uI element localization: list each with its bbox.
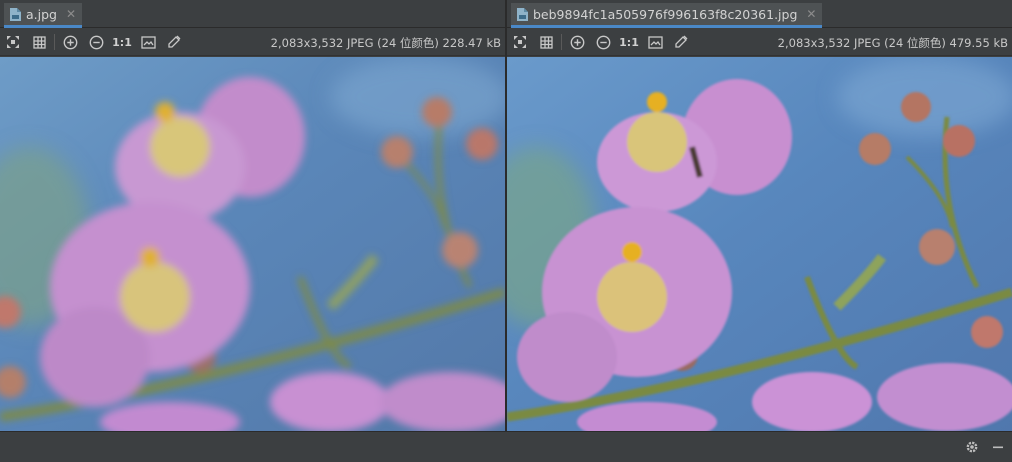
left-image-canvas[interactable] [0,57,505,431]
frame-icon [647,35,663,49]
actual-size-label: 1:1 [112,35,132,49]
fit-window-button[interactable] [642,29,668,55]
fit-zoom-button[interactable] [0,29,26,55]
zoom-out-button[interactable] [83,29,109,55]
image-info: 2,083x3,532 JPEG (24 位颜色) 479.55 kB [777,35,1008,50]
zoom-out-icon [89,35,103,49]
jpg-file-icon [10,7,21,21]
status-bar [0,431,1012,462]
left-tab-bar: a.jpg ✕ [0,0,505,28]
fit-zoom-button[interactable] [507,29,533,55]
actual-size-button[interactable]: 1:1 [616,29,642,55]
color-picker-button[interactable] [668,29,694,55]
image-compare-window: a.jpg ✕ 1:1 2,083x3,532 JPEG (24 位颜色) 22… [0,0,1012,462]
grid-button[interactable] [533,29,559,55]
grid-icon [539,35,553,49]
color-picker-icon [675,35,688,48]
fit-window-button[interactable] [135,29,161,55]
zoom-out-button[interactable] [590,29,616,55]
editor-panes: a.jpg ✕ 1:1 2,083x3,532 JPEG (24 位颜色) 22… [0,0,1012,431]
close-icon[interactable]: ✕ [66,7,76,21]
toolbar-separator [561,34,562,50]
right-tab-bar: beb9894fc1a505976f996163f8c20361.jpg ✕ [507,0,1012,28]
settings-button[interactable] [964,439,980,455]
flower-photo-sharp [507,57,1012,431]
gear-icon [966,441,978,453]
color-picker-button[interactable] [161,29,187,55]
toolbar-separator [54,34,55,50]
minimize-icon [993,446,1003,449]
zoom-in-icon [570,35,584,49]
actual-size-button[interactable]: 1:1 [109,29,135,55]
zoom-in-button[interactable] [57,29,83,55]
close-icon[interactable]: ✕ [806,7,816,21]
actual-size-label: 1:1 [619,35,639,49]
left-image-toolbar: 1:1 2,083x3,532 JPEG (24 位颜色) 228.47 kB [0,29,505,56]
right-image-pane: beb9894fc1a505976f996163f8c20361.jpg ✕ 1… [505,0,1012,431]
tab-beb9894fc1a505976f996163f8c20361-jpg[interactable]: beb9894fc1a505976f996163f8c20361.jpg ✕ [511,3,823,28]
grid-icon [32,35,46,49]
right-image-canvas[interactable] [507,57,1012,431]
right-image-toolbar: 1:1 2,083x3,532 JPEG (24 位颜色) 479.55 kB [507,29,1012,56]
jpg-file-icon [517,7,528,21]
minimize-button[interactable] [990,439,1006,455]
tab-label: a.jpg [26,6,57,22]
color-picker-icon [168,35,181,48]
zoom-in-icon [63,35,77,49]
left-image-pane: a.jpg ✕ 1:1 2,083x3,532 JPEG (24 位颜色) 22… [0,0,505,431]
tab-a-jpg[interactable]: a.jpg ✕ [4,3,83,28]
zoom-in-button[interactable] [564,29,590,55]
zoom-out-icon [596,35,610,49]
fit-zoom-icon [514,36,526,48]
image-info: 2,083x3,532 JPEG (24 位颜色) 228.47 kB [270,35,501,50]
grid-button[interactable] [26,29,52,55]
fit-zoom-icon [7,36,19,48]
flower-photo-blurred [0,57,505,431]
frame-icon [140,35,156,49]
tab-label: beb9894fc1a505976f996163f8c20361.jpg [533,6,798,22]
